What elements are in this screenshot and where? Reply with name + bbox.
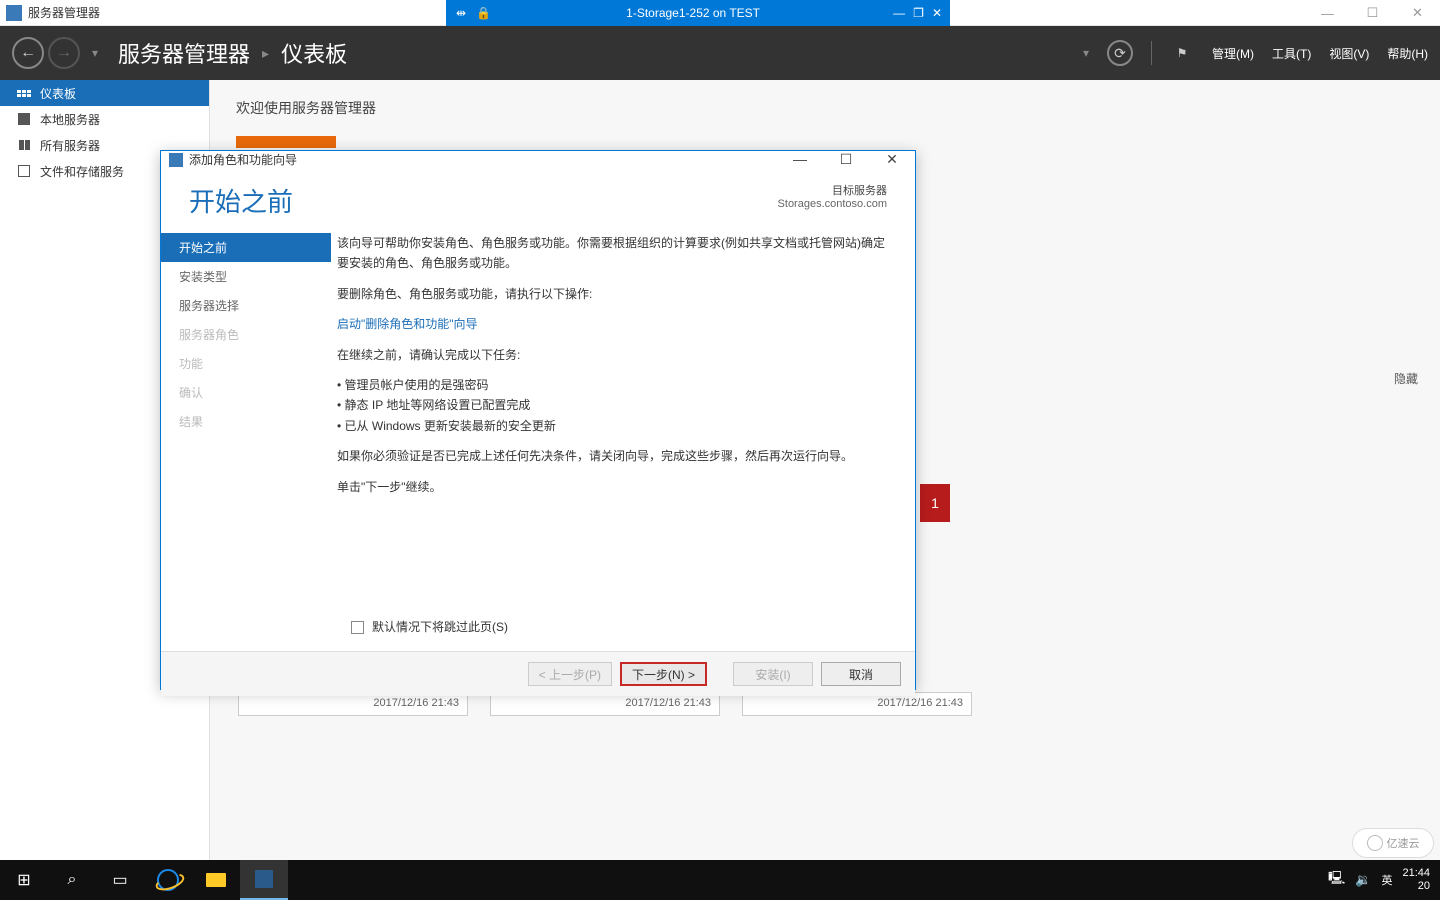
server-manager-icon	[255, 870, 273, 888]
tray-volume-icon[interactable]: 🔉	[1355, 872, 1371, 888]
storage-icon	[16, 164, 32, 178]
wizard-nav-server-selection[interactable]: 服务器选择	[161, 291, 331, 320]
quick-start-tile	[236, 136, 336, 148]
wizard-next-button[interactable]: 下一步(N) >	[620, 662, 707, 686]
hide-link[interactable]: 隐藏	[1394, 370, 1418, 387]
breadcrumb-root[interactable]: 服务器管理器	[118, 37, 250, 69]
vm-lock-icon[interactable]: 🔒	[476, 6, 491, 20]
wizard-nav-features: 功能	[161, 349, 331, 378]
vm-close-button[interactable]: ✕	[932, 6, 942, 20]
wizard-maximize-button[interactable]: ☐	[831, 151, 861, 168]
add-roles-wizard-dialog: 添加角色和功能向导 — ☐ ✕ 开始之前 目标服务器 Storages.cont…	[160, 150, 916, 690]
taskbar-explorer[interactable]	[192, 860, 240, 900]
tray-ime[interactable]: 英	[1381, 872, 1392, 888]
breadcrumb-separator-icon: ▸	[262, 45, 269, 62]
dashboard-icon	[16, 86, 32, 100]
wizard-prereq-intro: 在继续之前，请确认完成以下任务:	[337, 345, 893, 365]
wizard-skip-label: 默认情况下将跳过此页(S)	[372, 617, 508, 637]
ie-icon	[157, 869, 179, 891]
wizard-target-info: 目标服务器 Storages.contoso.com	[778, 182, 887, 210]
wizard-nav-before-you-begin[interactable]: 开始之前	[161, 233, 331, 262]
wizard-nav-server-roles: 服务器角色	[161, 320, 331, 349]
system-tray: 🖳 🔉 英 21:44 20	[1328, 867, 1440, 893]
folder-icon	[206, 873, 226, 887]
servers-icon	[16, 138, 32, 152]
nav-dropdown-icon[interactable]: ▾	[92, 46, 98, 60]
wizard-remove-link[interactable]: 启动"删除角色和功能"向导	[337, 317, 478, 331]
refresh-icon[interactable]: ⟳	[1107, 40, 1133, 66]
wizard-titlebar[interactable]: 添加角色和功能向导 — ☐ ✕	[161, 151, 915, 168]
tray-network-icon[interactable]: 🖳	[1328, 869, 1345, 891]
alert-badge[interactable]: 1	[920, 484, 950, 522]
nav-forward-button: →	[48, 37, 80, 69]
nav-back-button[interactable]: ←	[12, 37, 44, 69]
breadcrumb: 服务器管理器 ▸ 仪表板	[118, 37, 347, 69]
outer-maximize-button[interactable]: ☐	[1350, 0, 1395, 26]
wizard-nav-installation-type[interactable]: 安装类型	[161, 262, 331, 291]
menu-help[interactable]: 帮助(H)	[1387, 45, 1428, 62]
vm-title: 1-Storage1-252 on TEST	[501, 6, 885, 20]
start-button[interactable]: ⊞	[0, 860, 48, 900]
sidebar-item-label: 本地服务器	[40, 111, 100, 128]
breadcrumb-leaf[interactable]: 仪表板	[281, 37, 347, 69]
vm-minimize-button[interactable]: —	[893, 6, 905, 20]
checkbox-icon[interactable]	[351, 621, 364, 634]
watermark-badge: 亿速云	[1352, 828, 1434, 858]
app-icon	[6, 5, 22, 21]
sidebar-item-dashboard[interactable]: 仪表板	[0, 80, 209, 106]
wizard-nav-results: 结果	[161, 407, 331, 436]
wizard-nav-confirmation: 确认	[161, 378, 331, 407]
menu-view[interactable]: 视图(V)	[1329, 45, 1369, 62]
search-button[interactable]: ⌕	[48, 860, 96, 900]
wizard-minimize-button[interactable]: —	[785, 151, 815, 168]
wizard-title: 添加角色和功能向导	[189, 151, 297, 168]
menu-manage[interactable]: 管理(M)	[1212, 45, 1254, 62]
menu-tools[interactable]: 工具(T)	[1272, 45, 1311, 62]
outer-close-button[interactable]: ✕	[1395, 0, 1440, 26]
outer-minimize-button[interactable]: —	[1305, 0, 1350, 26]
wizard-prereq-list: 管理员帐户使用的是强密码 静态 IP 地址等网络设置已配置完成 已从 Windo…	[337, 375, 893, 436]
taskbar: ⊞ ⌕ ▭ 🖳 🔉 英 21:44 20	[0, 860, 1440, 900]
taskbar-ie[interactable]	[144, 860, 192, 900]
wizard-nav: 开始之前 安装类型 服务器选择 服务器角色 功能 确认 结果	[161, 227, 331, 651]
watermark-icon	[1367, 835, 1383, 851]
taskbar-server-manager[interactable]	[240, 860, 288, 900]
wizard-heading: 开始之前	[189, 182, 293, 219]
wizard-verify-text: 如果你必须验证是否已完成上述任何先决条件，请关闭向导，完成这些步骤，然后再次运行…	[337, 446, 893, 466]
sidebar-item-label: 文件和存储服务	[40, 163, 124, 180]
wizard-bullet: 静态 IP 地址等网络设置已配置完成	[337, 395, 893, 415]
wizard-remove-text: 要删除角色、角色服务或功能，请执行以下操作:	[337, 284, 893, 304]
wizard-icon	[169, 153, 183, 167]
wizard-bullet: 管理员帐户使用的是强密码	[337, 375, 893, 395]
sidebar-item-label: 仪表板	[40, 85, 76, 102]
wizard-content: 该向导可帮助你安装角色、角色服务或功能。你需要根据组织的计算要求(例如共享文档或…	[331, 227, 915, 651]
wizard-close-button[interactable]: ✕	[877, 151, 907, 168]
task-view-button[interactable]: ▭	[96, 860, 144, 900]
wizard-intro-text: 该向导可帮助你安装角色、角色服务或功能。你需要根据组织的计算要求(例如共享文档或…	[337, 233, 893, 274]
tray-clock[interactable]: 21:44 20	[1402, 867, 1430, 893]
server-manager-header: ← → ▾ 服务器管理器 ▸ 仪表板 ▾ ⟳ ⚑ 管理(M) 工具(T) 视图(…	[0, 26, 1440, 80]
app-title: 服务器管理器	[28, 4, 100, 21]
wizard-install-button: 安装(I)	[733, 662, 813, 686]
wizard-skip-checkbox-row[interactable]: 默认情况下将跳过此页(S)	[337, 617, 893, 651]
wizard-previous-button: < 上一步(P)	[528, 662, 612, 686]
wizard-footer: < 上一步(P) 下一步(N) > 安装(I) 取消	[161, 651, 915, 696]
vm-pin-icon[interactable]: ⇹	[456, 6, 466, 20]
wizard-continue-text: 单击"下一步"继续。	[337, 477, 893, 497]
sidebar-item-label: 所有服务器	[40, 137, 100, 154]
wizard-bullet: 已从 Windows 更新安装最新的安全更新	[337, 416, 893, 436]
content-welcome-title: 欢迎使用服务器管理器	[236, 98, 1414, 118]
wizard-cancel-button[interactable]: 取消	[821, 662, 901, 686]
vm-restore-button[interactable]: ❐	[913, 6, 924, 20]
server-icon	[16, 112, 32, 126]
vm-connection-bar: ⇹ 🔒 1-Storage1-252 on TEST — ❐ ✕	[446, 0, 950, 26]
flag-icon[interactable]: ⚑	[1170, 41, 1194, 65]
sidebar-item-local-server[interactable]: 本地服务器	[0, 106, 209, 132]
